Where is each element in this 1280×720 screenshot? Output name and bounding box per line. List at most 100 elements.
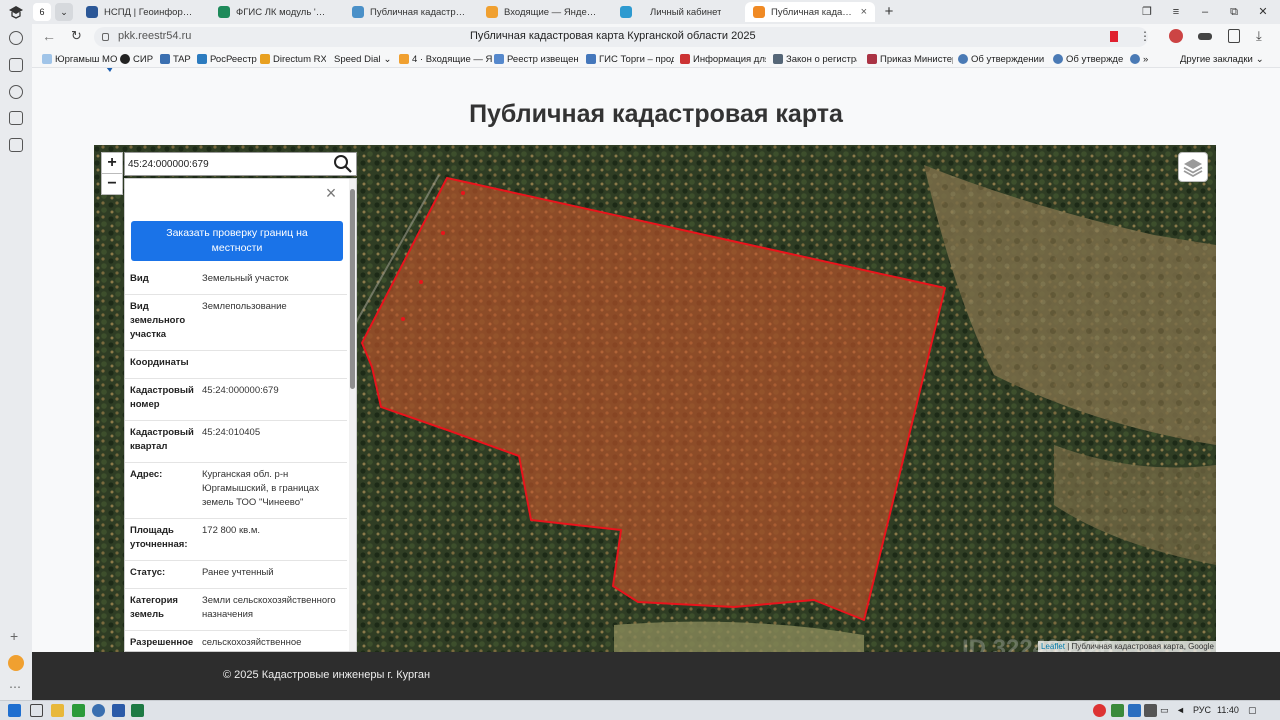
- counter-icon[interactable]: [9, 111, 23, 125]
- other-bookmarks[interactable]: Другие закладки ⌄: [1180, 52, 1270, 66]
- info-value: Курганская обл. р-н Юргамышский, в грани…: [202, 469, 319, 508]
- collections-icon[interactable]: ❐: [1139, 4, 1155, 20]
- add-panel-icon[interactable]: +: [10, 628, 18, 644]
- volume-icon[interactable]: ◄: [1176, 705, 1185, 715]
- info-row: Вид Земельный участок: [125, 267, 347, 295]
- clock[interactable]: 11:40: [1217, 705, 1239, 715]
- bookmark[interactable]: TAP: [160, 52, 192, 66]
- tray-app-icon[interactable]: [1093, 704, 1106, 717]
- site-logo[interactable]: [102, 68, 220, 74]
- layers-icon[interactable]: [1178, 152, 1208, 182]
- page-title-text: Публичная кадастровая карта Курганской о…: [470, 30, 756, 42]
- map[interactable]: ID 322460326 + − × Заказать проверку гра…: [94, 145, 1216, 652]
- excel-icon[interactable]: [131, 704, 144, 717]
- close-icon[interactable]: ×: [322, 184, 340, 202]
- tab-yandex-mail[interactable]: Входящие — Яндекс Почт: [478, 2, 608, 22]
- bookmark[interactable]: СИР: [120, 52, 156, 66]
- tab-label: ФГИС ЛК модуль 'Публи: [236, 6, 330, 18]
- download-icon[interactable]: ⤓: [1256, 28, 1262, 44]
- site-footer: © 2025 Кадастровые инженеры г. Курган: [32, 652, 1280, 700]
- page-title: Публичная кадастровая карта: [469, 100, 843, 128]
- menu-icon[interactable]: ≡: [1168, 4, 1184, 20]
- leaflet-link[interactable]: Leaflet: [1041, 642, 1065, 651]
- history-icon[interactable]: [9, 31, 23, 45]
- extension2-icon[interactable]: [1198, 33, 1212, 40]
- yandex-browser-icon[interactable]: [92, 704, 105, 717]
- panel-scrollbar[interactable]: [349, 179, 356, 651]
- page-menu-icon[interactable]: ⋮: [1139, 29, 1151, 43]
- task-view-icon[interactable]: [30, 704, 43, 717]
- bookmark-icon: [773, 54, 783, 64]
- bookmark-label: Об утверждении: [971, 53, 1045, 65]
- bookmark[interactable]: Приказ Министер: [867, 52, 953, 66]
- url-field[interactable]: pkk.reestr54.ru Публичная кадастровая ка…: [94, 27, 1148, 47]
- tab-counter[interactable]: 6: [33, 3, 51, 21]
- tab-favicon-icon: [86, 6, 98, 18]
- tray-app-icon[interactable]: [1111, 704, 1124, 717]
- search-input[interactable]: [125, 153, 330, 175]
- search-icon[interactable]: [332, 154, 354, 174]
- tab-pkk-1[interactable]: Публичная кадастровая: [344, 2, 474, 22]
- bookmark-label: 4 · Входящие — Я: [412, 53, 493, 65]
- tab-pkk-active[interactable]: Публичная кадастрова ×: [745, 2, 875, 22]
- scrollbar-thumb[interactable]: [350, 189, 355, 389]
- security-app-icon[interactable]: [72, 704, 85, 717]
- tray-app-icon[interactable]: [1128, 704, 1141, 717]
- tab-label: Личный кабинет: [650, 6, 722, 18]
- play-icon[interactable]: [9, 85, 23, 99]
- file-explorer-icon[interactable]: [51, 704, 64, 717]
- order-boundary-check-button[interactable]: Заказать проверку границ на местности: [131, 221, 343, 261]
- bookmark[interactable]: Юргамыш МО: [42, 52, 118, 66]
- bookmark[interactable]: Об утвержде: [1053, 52, 1123, 66]
- bookmark-folder[interactable]: Speed Dial ⌄: [334, 52, 392, 66]
- network-icon[interactable]: ▭: [1160, 705, 1169, 716]
- new-tab-button[interactable]: +: [881, 4, 897, 20]
- bookmark[interactable]: 4 · Входящие — Я: [399, 52, 493, 66]
- zoom-out-button[interactable]: −: [101, 173, 123, 195]
- start-icon[interactable]: [8, 704, 21, 717]
- bookmark-flag-icon[interactable]: [1110, 31, 1118, 42]
- zoom-in-button[interactable]: +: [101, 152, 123, 174]
- reload-icon[interactable]: ↻: [71, 28, 82, 44]
- bookmark[interactable]: Об утверждении: [958, 52, 1046, 66]
- info-value: сельскохозяйственное: [202, 637, 302, 648]
- screenshot-icon[interactable]: [9, 138, 23, 152]
- tab-favicon-icon: [620, 6, 632, 18]
- browser-logo-icon[interactable]: [8, 5, 24, 19]
- bookmark[interactable]: РосРеестр: [197, 52, 257, 66]
- info-key: Категория земель: [130, 595, 178, 620]
- bookmark-overflow[interactable]: »: [1130, 52, 1150, 66]
- info-value: 172 800 кв.м.: [202, 525, 260, 536]
- info-row: Адрес: Курганская обл. р-н Юргамышский, в…: [125, 463, 347, 519]
- tray-app-icon[interactable]: [1144, 704, 1157, 717]
- word-icon[interactable]: [112, 704, 125, 717]
- notifications-icon[interactable]: ▢: [1248, 705, 1257, 716]
- extension3-icon[interactable]: [1228, 29, 1240, 43]
- bookmark[interactable]: Информация для: [680, 52, 766, 66]
- bookmark-label: ГИС Торги – прод: [599, 53, 674, 65]
- tabs-dropdown-button[interactable]: ⌄: [55, 3, 73, 21]
- info-row: Кадастровый квартал 45:24:010405: [125, 421, 347, 463]
- language-indicator[interactable]: РУС: [1193, 705, 1211, 715]
- back-icon[interactable]: ←: [42, 28, 56, 44]
- bookmark[interactable]: ГИС Торги – прод: [586, 52, 674, 66]
- tab-fgis[interactable]: ФГИС ЛК модуль 'Публи: [210, 2, 338, 22]
- bookmark[interactable]: Реестр извещени: [494, 52, 578, 66]
- parcel-shape[interactable]: [361, 177, 946, 621]
- bookmark[interactable]: Directum RX: [260, 52, 326, 66]
- tab-lk[interactable]: Личный кабинет: [612, 2, 740, 22]
- browser-sidebar: + ⋯: [0, 24, 32, 700]
- tab-nspd[interactable]: НСПД | Геоинформацион: [78, 2, 206, 22]
- bookmark[interactable]: Закон о регистра: [773, 52, 857, 66]
- bookmark-label: Другие закладки: [1180, 53, 1253, 65]
- more-icon[interactable]: ⋯: [9, 680, 21, 694]
- mail-app-icon[interactable]: [8, 655, 24, 671]
- bookmarks-bar: Юргамыш МО СИР TAP РосРеестр Directum RX…: [32, 50, 1280, 68]
- minimize-icon[interactable]: –: [1197, 4, 1213, 20]
- info-row: Кадастровый номер 45:24:000000:679: [125, 379, 347, 421]
- close-window-icon[interactable]: ✕: [1255, 4, 1271, 20]
- extension-icon[interactable]: [1169, 29, 1183, 43]
- restore-icon[interactable]: ⧉: [1226, 4, 1242, 20]
- tab-close-icon[interactable]: ×: [861, 6, 867, 18]
- notes-icon[interactable]: [9, 58, 23, 72]
